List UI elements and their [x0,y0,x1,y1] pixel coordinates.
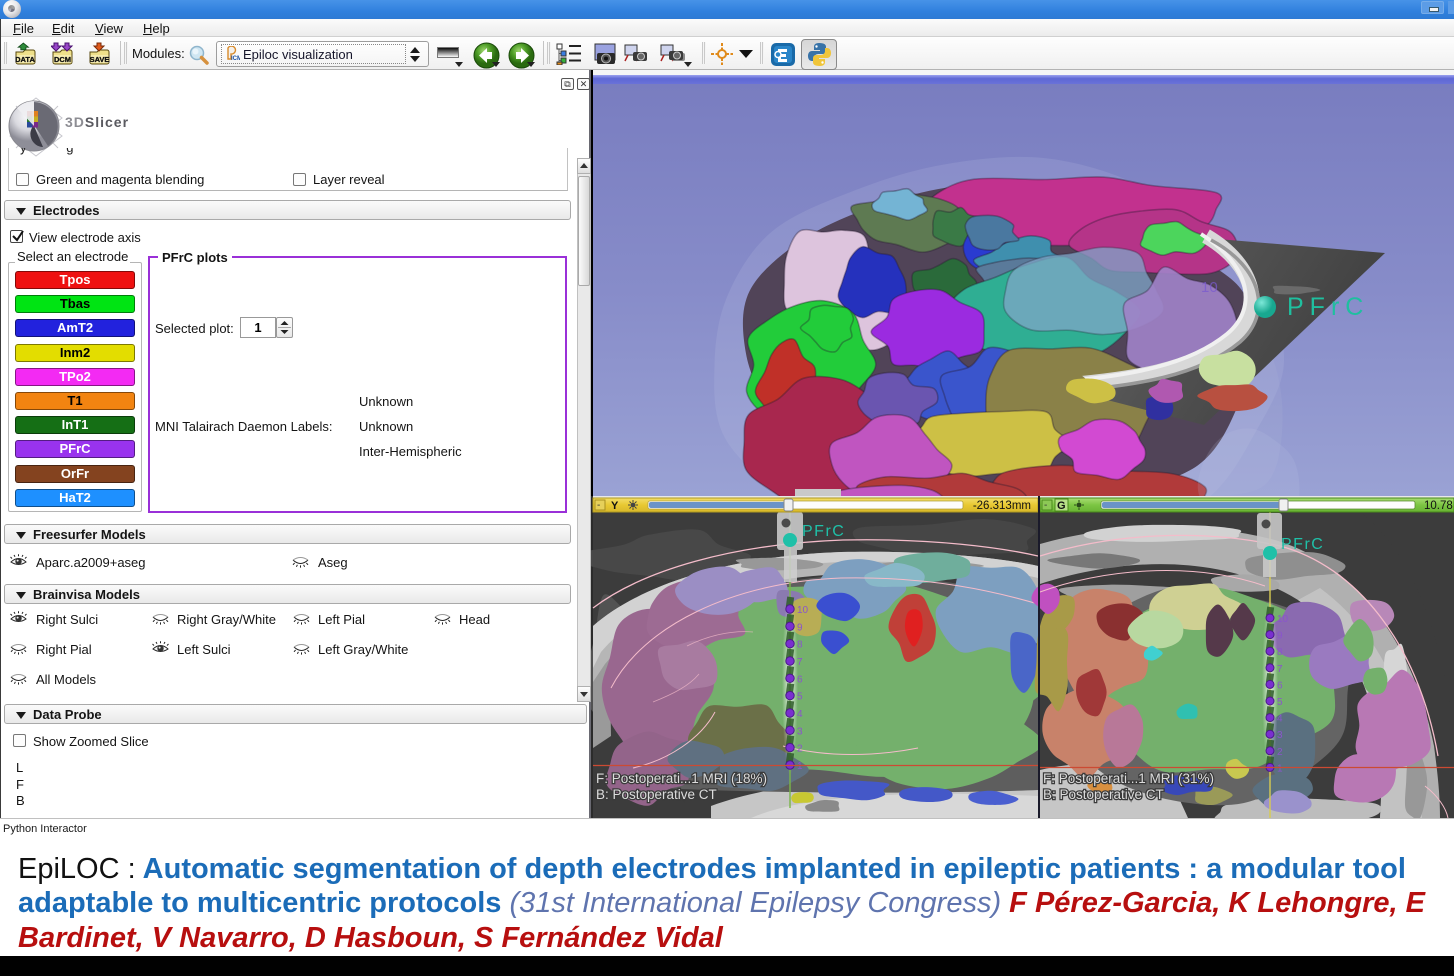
svg-text:PFrC: PFrC [1281,536,1324,553]
svg-text:5: 5 [797,692,803,703]
svg-text:1: 1 [797,761,803,772]
svg-text:6: 6 [1277,680,1283,691]
svg-text:9: 9 [1277,631,1283,642]
svg-text:SAVE: SAVE [90,55,110,64]
svg-text:6: 6 [797,674,803,685]
svg-text:Y: Y [611,500,619,512]
svg-text:G: G [1057,500,1066,512]
svg-text:F: Postoperati...1 MRI (31%): F: Postoperati...1 MRI (31%) [1043,771,1214,786]
svg-text:F: Postoperati...1 MRI (18%): F: Postoperati...1 MRI (18%) [596,771,767,786]
svg-text:10: 10 [1277,614,1289,625]
svg-text:9: 9 [797,622,803,633]
svg-text:-: - [1044,500,1047,511]
svg-text:DCM: DCM [54,55,71,64]
svg-text:7: 7 [1277,664,1283,675]
svg-text:PFrC: PFrC [802,523,845,540]
svg-text:3: 3 [1277,730,1283,741]
svg-text:10: 10 [797,605,809,616]
svg-text:7: 7 [797,657,803,668]
svg-text:8: 8 [797,640,803,651]
svg-text:-: - [597,500,600,511]
svg-text:4: 4 [797,709,803,720]
svg-text:B: Postoperative CT: B: Postoperative CT [596,787,717,802]
svg-text:4: 4 [1277,714,1283,725]
svg-text:-26.313mm: -26.313mm [973,500,1031,512]
svg-text:1: 1 [1277,763,1283,774]
svg-text:2: 2 [797,744,803,755]
svg-text:8: 8 [1277,647,1283,658]
svg-text:5: 5 [1277,697,1283,708]
svg-text:3: 3 [797,726,803,737]
svg-text:2: 2 [1277,747,1283,758]
svg-text:10: 10 [1201,279,1218,296]
svg-text:10.78: 10.78 [1424,500,1453,512]
svg-text:PFrC: PFrC [1287,293,1369,321]
svg-text:ICM: ICM [231,56,240,62]
svg-text:B: Postoperative CT: B: Postoperative CT [1043,787,1164,802]
svg-text:DATA: DATA [15,55,35,64]
